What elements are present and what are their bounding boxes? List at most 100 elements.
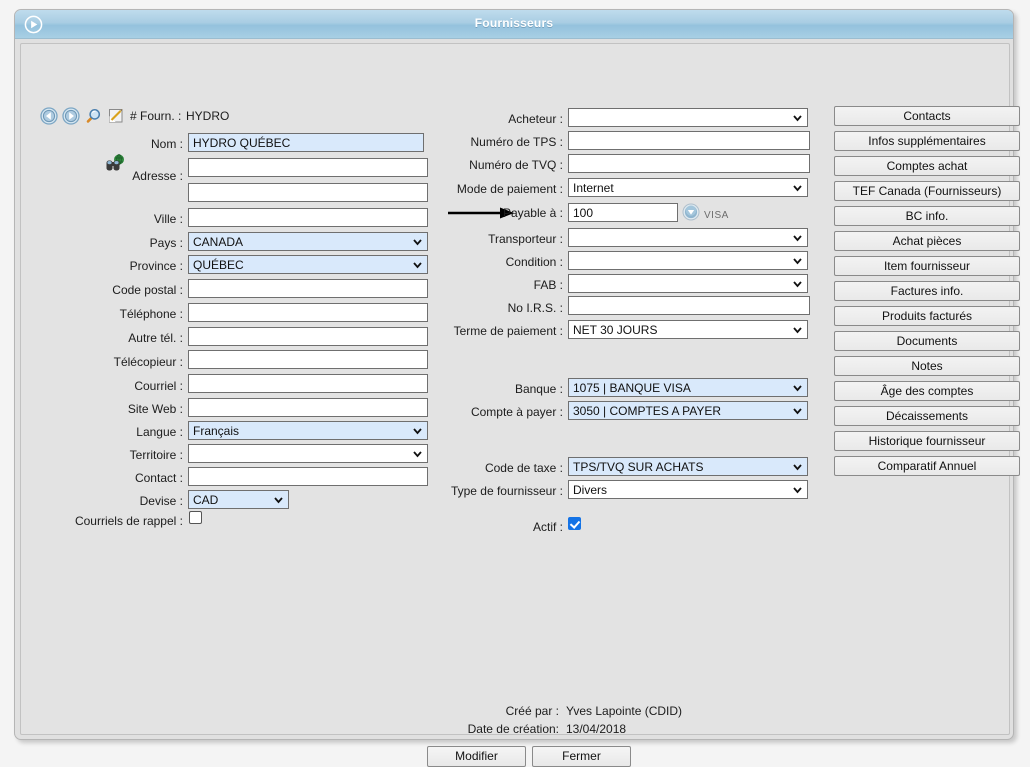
input-telecopieur[interactable] [188,350,428,369]
select-code-de-taxe[interactable]: TPS/TVQ SUR ACHATS [568,457,808,476]
select-province-value: QUÉBEC [193,258,244,272]
select-devise-value: CAD [193,493,219,507]
window-title: Fournisseurs [474,16,554,30]
label-condition: Condition : [505,255,563,269]
pencil-note-icon[interactable] [107,107,125,125]
label-courriel: Courriel : [134,379,183,393]
button-infos-supplementaires[interactable]: Infos supplémentaires [834,131,1020,151]
checkbox-courriels-de-rappel[interactable] [189,511,202,524]
label-compte-a-payer: Compte à payer : [470,405,563,419]
button-historique-fournisseur[interactable]: Historique fournisseur [834,431,1020,451]
chevron-down-icon [793,487,802,494]
chevron-down-icon [793,258,802,265]
fournisseur-number-label: # Fourn. : [130,109,182,123]
button-comptes-achat[interactable]: Comptes achat [834,156,1020,176]
label-nom: Nom : [150,137,183,151]
button-fermer[interactable]: Fermer [532,746,631,767]
select-compte-a-payer-value: 3050 | COMPTES A PAYER [573,404,722,418]
button-age-des-comptes[interactable]: Âge des comptes [834,381,1020,401]
label-telecopieur: Télécopieur : [113,355,183,369]
select-transporteur[interactable] [568,228,808,247]
input-no-irs[interactable] [568,296,810,315]
label-banque: Banque : [514,382,563,396]
button-modifier[interactable]: Modifier [427,746,526,767]
label-devise: Devise : [139,494,183,508]
button-decaissements[interactable]: Décaissements [834,406,1020,426]
label-cree-par: Créé par : [505,704,559,718]
label-no-irs: No I.R.S. : [507,301,563,315]
label-date-de-creation: Date de création: [467,722,559,736]
input-numero-tps[interactable] [568,131,810,150]
label-actif: Actif : [532,520,563,534]
select-mode-de-paiement[interactable]: Internet [568,178,808,197]
magnifier-icon[interactable] [84,107,102,125]
label-courriels-de-rappel: Courriels de rappel : [74,514,183,528]
button-contacts[interactable]: Contacts [834,106,1020,126]
label-langue: Langue : [136,425,183,439]
button-item-fournisseur[interactable]: Item fournisseur [834,256,1020,276]
select-langue[interactable]: Français [188,421,428,440]
button-achat-pieces[interactable]: Achat pièces [834,231,1020,251]
blue-circle-chevron-icon[interactable] [682,203,700,221]
chevron-down-icon [413,428,422,435]
select-pays-value: CANADA [193,235,244,249]
chevron-down-icon [793,385,802,392]
label-site-web: Site Web : [127,402,183,416]
select-devise[interactable]: CAD [188,490,289,509]
label-contact: Contact : [134,471,183,485]
label-code-de-taxe: Code de taxe : [484,461,563,475]
button-tef-canada[interactable]: TEF Canada (Fournisseurs) [834,181,1020,201]
label-transporteur: Transporteur : [488,232,563,246]
chevron-down-icon [793,408,802,415]
chevron-down-icon [793,115,802,122]
label-territoire: Territoire : [129,448,183,462]
label-acheteur: Acheteur : [508,112,563,126]
chevron-down-icon [793,235,802,242]
checkbox-actif[interactable] [568,517,581,530]
button-bc-info[interactable]: BC info. [834,206,1020,226]
select-terme-de-paiement[interactable]: NET 30 JOURS [568,320,808,339]
input-payable-a[interactable]: 100 [568,203,678,222]
forward-arrow-icon[interactable] [62,107,80,125]
label-terme-de-paiement: Terme de paiement : [453,324,563,338]
select-type-de-fournisseur[interactable]: Divers [568,480,808,499]
button-produits-factures[interactable]: Produits facturés [834,306,1020,326]
label-type-de-fournisseur: Type de fournisseur : [450,484,563,498]
value-date-de-creation: 13/04/2018 [566,722,627,736]
select-langue-value: Français [193,424,240,438]
label-autre-tel: Autre tél. : [128,331,183,345]
select-acheteur[interactable] [568,108,808,127]
select-mode-de-paiement-value: Internet [573,181,614,195]
button-notes[interactable]: Notes [834,356,1020,376]
select-condition[interactable] [568,251,808,270]
back-arrow-icon[interactable] [40,107,58,125]
value-cree-par: Yves Lapointe (CDID) [566,704,683,718]
chevron-down-icon [413,451,422,458]
label-numero-tvq: Numéro de TVQ : [469,158,563,172]
select-banque-value: 1075 | BANQUE VISA [573,381,691,395]
chevron-down-icon [793,185,802,192]
button-comparatif-annuel[interactable]: Comparatif Annuel [834,456,1020,476]
fournisseur-number-value: HYDRO [186,109,230,123]
label-pays: Pays : [149,236,183,250]
input-numero-tvq[interactable] [568,154,810,173]
label-numero-tps: Numéro de TPS : [470,135,563,149]
select-fab[interactable] [568,274,808,293]
label-mode-de-paiement: Mode de paiement : [456,182,563,196]
chevron-down-icon [793,281,802,288]
select-type-de-fournisseur-value: Divers [573,483,608,497]
label-fab: FAB : [533,278,563,292]
select-compte-a-payer[interactable]: 3050 | COMPTES A PAYER [568,401,808,420]
select-terme-de-paiement-value: NET 30 JOURS [573,323,658,337]
chevron-down-icon [793,464,802,471]
button-factures-info[interactable]: Factures info. [834,281,1020,301]
label-adresse: Adresse : [132,169,183,183]
label-payable-a: Payable à : [502,206,563,220]
select-banque[interactable]: 1075 | BANQUE VISA [568,378,808,397]
label-telephone: Téléphone : [119,307,183,321]
window-title-bar: Fournisseurs [15,10,1013,39]
label-ville: Ville : [153,212,183,226]
form-client-area: # Fourn. : HYDRO Nom : HYDRO QUÉBEC Adre… [20,43,1020,767]
button-documents[interactable]: Documents [834,331,1020,351]
select-code-de-taxe-value: TPS/TVQ SUR ACHATS [573,460,704,474]
